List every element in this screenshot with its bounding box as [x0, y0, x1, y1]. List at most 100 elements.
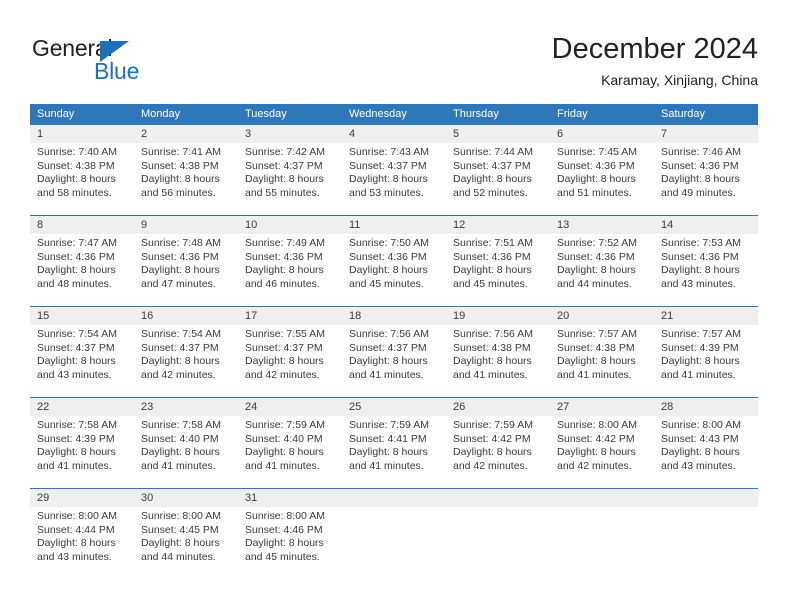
day-daylight1-text: Daylight: 8 hours: [349, 446, 428, 459]
day-cell-empty: [654, 507, 758, 579]
day-sunset-text: Sunset: 4:40 PM: [141, 432, 219, 445]
day-cell: Sunrise: 7:57 AM Sunset: 4:38 PM Daylight:…: [550, 325, 654, 397]
day-cell: Sunrise: 7:45 AM Sunset: 4:36 PM Daylight:…: [550, 143, 654, 215]
general-blue-logo[interactable]: General Blue: [32, 36, 162, 84]
day-cell-empty: [446, 507, 550, 579]
day-number[interactable]: 15: [30, 307, 134, 325]
day-sunset-text: Sunset: 4:36 PM: [557, 250, 635, 263]
day-sunrise-text: Sunrise: 7:52 AM: [557, 237, 637, 249]
title-block: December 2024 Karamay, Xinjiang, China: [552, 32, 758, 89]
day-number[interactable]: 19: [446, 307, 550, 325]
day-daylight1-text: Daylight: 8 hours: [245, 173, 324, 186]
day-sunset-text: Sunset: 4:36 PM: [557, 159, 635, 172]
day-number[interactable]: 8: [30, 216, 134, 234]
day-daylight1-text: Daylight: 8 hours: [245, 355, 324, 368]
day-daylight2-text: and 41 minutes.: [661, 368, 736, 381]
day-daylight1-text: Daylight: 8 hours: [141, 355, 220, 368]
day-sunrise-text: Sunrise: 8:00 AM: [141, 510, 221, 522]
day-cell: Sunrise: 7:59 AM Sunset: 4:41 PM Daylight:…: [342, 416, 446, 488]
calendar-week-row: 1 2 3 4 5 6 7 Sunrise: 7:40 AM Sunset: 4:38 PM Da…: [30, 125, 758, 215]
day-sunset-text: Sunset: 4:37 PM: [349, 159, 427, 172]
day-cell: Sunrise: 7:59 AM Sunset: 4:42 PM Daylight:…: [446, 416, 550, 488]
day-number[interactable]: 13: [550, 216, 654, 234]
day-daylight2-text: and 51 minutes.: [557, 186, 632, 199]
weekday-header-saturday: Saturday: [661, 108, 706, 120]
sunrise-sunset-calendar: Sunday Monday Tuesday Wednesday Thursday Frid…: [30, 104, 758, 579]
day-number[interactable]: 6: [550, 125, 654, 143]
day-sunset-text: Sunset: 4:38 PM: [453, 341, 531, 354]
day-sunrise-text: Sunrise: 7:54 AM: [37, 328, 117, 340]
day-number-band: 8 9 10 11 12 13 14: [30, 216, 758, 234]
day-number[interactable]: 3: [238, 125, 342, 143]
day-number[interactable]: 2: [134, 125, 238, 143]
day-number[interactable]: 29: [30, 489, 134, 507]
weekday-header-monday: Monday: [141, 108, 181, 120]
day-sunset-text: Sunset: 4:42 PM: [453, 432, 531, 445]
day-cell: Sunrise: 7:44 AM Sunset: 4:37 PM Daylight:…: [446, 143, 550, 215]
day-number[interactable]: 30: [134, 489, 238, 507]
day-cell: Sunrise: 7:41 AM Sunset: 4:38 PM Daylight:…: [134, 143, 238, 215]
day-daylight1-text: Daylight: 8 hours: [141, 537, 220, 550]
day-number[interactable]: 11: [342, 216, 446, 234]
day-sunset-text: Sunset: 4:37 PM: [349, 341, 427, 354]
day-sunset-text: Sunset: 4:44 PM: [37, 523, 115, 536]
day-daylight2-text: and 41 minutes.: [349, 368, 424, 381]
day-sunrise-text: Sunrise: 8:00 AM: [245, 510, 325, 522]
day-sunrise-text: Sunrise: 8:00 AM: [661, 419, 741, 431]
day-number[interactable]: 21: [654, 307, 758, 325]
day-sunrise-text: Sunrise: 7:56 AM: [453, 328, 533, 340]
day-number[interactable]: 27: [550, 398, 654, 416]
day-sunrise-text: Sunrise: 7:44 AM: [453, 146, 533, 158]
day-cell: Sunrise: 7:58 AM Sunset: 4:40 PM Daylight:…: [134, 416, 238, 488]
day-number[interactable]: 17: [238, 307, 342, 325]
day-number[interactable]: 25: [342, 398, 446, 416]
day-number[interactable]: 23: [134, 398, 238, 416]
day-daylight1-text: Daylight: 8 hours: [453, 264, 532, 277]
day-sunrise-text: Sunrise: 7:46 AM: [661, 146, 741, 158]
day-number[interactable]: 5: [446, 125, 550, 143]
day-number-band: 15 16 17 18 19 20 21: [30, 307, 758, 325]
day-daylight1-text: Daylight: 8 hours: [37, 264, 116, 277]
day-number[interactable]: 1: [30, 125, 134, 143]
day-number[interactable]: 28: [654, 398, 758, 416]
day-sunset-text: Sunset: 4:38 PM: [37, 159, 115, 172]
day-cell: Sunrise: 7:49 AM Sunset: 4:36 PM Daylight:…: [238, 234, 342, 306]
day-daylight2-text: and 45 minutes.: [349, 277, 424, 290]
day-number[interactable]: 26: [446, 398, 550, 416]
day-number[interactable]: 12: [446, 216, 550, 234]
day-detail-band: Sunrise: 7:54 AM Sunset: 4:37 PM Daylight:…: [30, 325, 758, 397]
day-number[interactable]: 24: [238, 398, 342, 416]
day-daylight1-text: Daylight: 8 hours: [557, 355, 636, 368]
day-number[interactable]: 9: [134, 216, 238, 234]
day-daylight1-text: Daylight: 8 hours: [37, 173, 116, 186]
day-number[interactable]: 14: [654, 216, 758, 234]
day-cell: Sunrise: 7:40 AM Sunset: 4:38 PM Daylight:…: [30, 143, 134, 215]
day-number[interactable]: 7: [654, 125, 758, 143]
day-number[interactable]: 4: [342, 125, 446, 143]
day-sunset-text: Sunset: 4:36 PM: [661, 250, 739, 263]
day-sunrise-text: Sunrise: 7:57 AM: [661, 328, 741, 340]
day-cell: Sunrise: 8:00 AM Sunset: 4:42 PM Daylight:…: [550, 416, 654, 488]
day-daylight2-text: and 42 minutes.: [453, 459, 528, 472]
calendar-week-row: 15 16 17 18 19 20 21 Sunrise: 7:54 AM Sunset: 4:…: [30, 306, 758, 397]
day-number[interactable]: 20: [550, 307, 654, 325]
day-daylight2-text: and 42 minutes.: [141, 368, 216, 381]
day-daylight1-text: Daylight: 8 hours: [349, 173, 428, 186]
day-daylight2-text: and 46 minutes.: [245, 277, 320, 290]
day-number[interactable]: 18: [342, 307, 446, 325]
day-daylight1-text: Daylight: 8 hours: [453, 173, 532, 186]
day-number[interactable]: 31: [238, 489, 342, 507]
day-cell: Sunrise: 7:46 AM Sunset: 4:36 PM Daylight:…: [654, 143, 758, 215]
day-sunrise-text: Sunrise: 7:47 AM: [37, 237, 117, 249]
day-daylight2-text: and 55 minutes.: [245, 186, 320, 199]
day-number[interactable]: 22: [30, 398, 134, 416]
weekday-header-wednesday: Wednesday: [349, 108, 407, 120]
day-daylight2-text: and 48 minutes.: [37, 277, 112, 290]
day-number[interactable]: 16: [134, 307, 238, 325]
day-sunrise-text: Sunrise: 7:41 AM: [141, 146, 221, 158]
day-cell: Sunrise: 7:53 AM Sunset: 4:36 PM Daylight:…: [654, 234, 758, 306]
day-daylight2-text: and 43 minutes.: [661, 277, 736, 290]
day-sunset-text: Sunset: 4:41 PM: [349, 432, 427, 445]
day-number[interactable]: 10: [238, 216, 342, 234]
day-daylight1-text: Daylight: 8 hours: [557, 446, 636, 459]
